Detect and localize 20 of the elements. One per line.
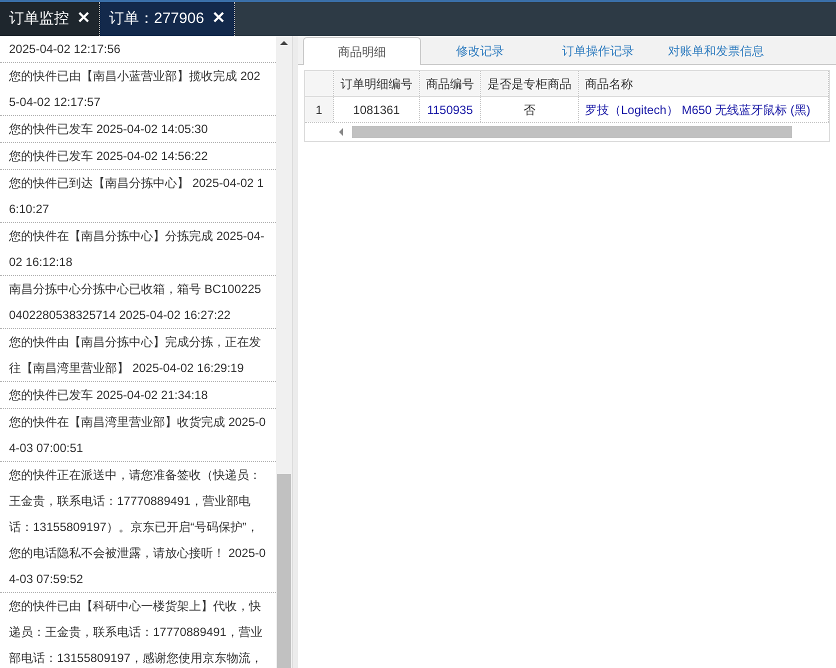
table-cell: 罗技（Logitech） M650 无线蓝牙鼠标 (黑) — [579, 97, 829, 122]
top-tab[interactable]: 订单：277906 ✕ — [100, 2, 236, 36]
table-cell: 1150935 — [420, 97, 481, 122]
column-header: 商品名称 — [579, 71, 829, 96]
scrollbar-thumb[interactable] — [277, 474, 291, 668]
column-header: 订单明细编号 — [334, 71, 420, 96]
close-icon[interactable]: ✕ — [77, 7, 90, 31]
column-header: 商品编号 — [420, 71, 481, 96]
scrollbar[interactable] — [276, 36, 292, 668]
column-header: 是否是专柜商品 — [481, 71, 579, 96]
scrollbar-thumb[interactable] — [352, 126, 792, 138]
table-cell: 1081361 — [334, 97, 420, 122]
detail-tab[interactable]: 订单操作记录 — [539, 37, 657, 64]
detail-tab[interactable]: 修改记录 — [421, 37, 539, 64]
detail-tab[interactable]: 商品明细 — [303, 37, 421, 65]
row-number: 1 — [305, 97, 334, 122]
top-tab[interactable]: 订单监控 ✕ — [0, 2, 100, 36]
table-cell: 否 — [481, 97, 579, 122]
close-icon[interactable]: ✕ — [212, 7, 226, 31]
detail-tab[interactable]: 对账单和发票信息 — [657, 37, 775, 64]
